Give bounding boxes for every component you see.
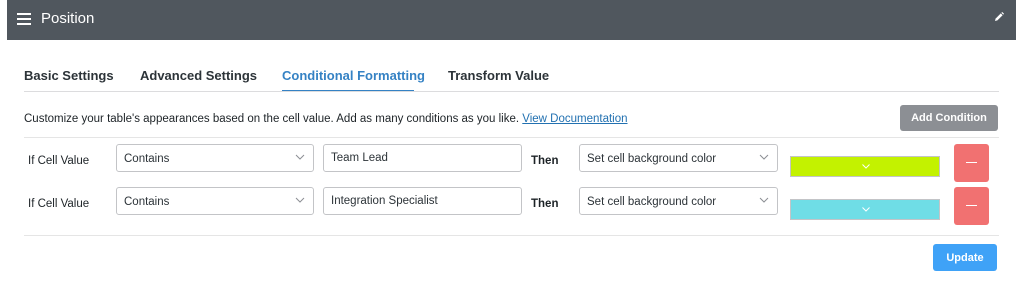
chevron-down-icon [862, 164, 870, 169]
action-select[interactable]: Set cell background color [579, 187, 778, 215]
chevron-down-icon [295, 154, 305, 160]
action-value: Set cell background color [587, 196, 717, 208]
operator-value: Contains [124, 196, 170, 208]
condition-value-input[interactable] [323, 187, 522, 215]
panel-header: Position [7, 0, 1016, 40]
panel-title: Position [41, 10, 95, 27]
conditional-formatting-description: Customize your table's appearances based… [24, 112, 628, 126]
settings-tabs: Basic Settings Advanced Settings Conditi… [7, 55, 1016, 93]
if-cell-value-label: If Cell Value [28, 155, 90, 167]
add-condition-button[interactable]: Add Condition [900, 105, 998, 131]
minus-icon [966, 162, 977, 163]
action-select[interactable]: Set cell background color [579, 144, 778, 172]
operator-select[interactable]: Contains [116, 187, 314, 215]
condition-row: If Cell Value Contains Then Set cell bac… [7, 184, 1016, 228]
delete-condition-button[interactable] [954, 187, 989, 225]
then-label: Then [531, 155, 559, 167]
action-value: Set cell background color [587, 153, 717, 165]
tab-advanced-settings[interactable]: Advanced Settings [140, 68, 257, 84]
chevron-down-icon [295, 197, 305, 203]
if-cell-value-label: If Cell Value [28, 198, 90, 210]
tab-transform-value[interactable]: Transform Value [448, 68, 549, 84]
chevron-down-icon [759, 197, 769, 203]
condition-row: If Cell Value Contains Then Set cell bac… [7, 141, 1016, 185]
delete-condition-button[interactable] [954, 144, 989, 182]
conditions-bottom-divider [24, 235, 999, 236]
update-button[interactable]: Update [933, 244, 997, 271]
chevron-down-icon [759, 154, 769, 160]
minus-icon [966, 205, 977, 206]
tab-conditional-formatting[interactable]: Conditional Formatting [282, 68, 425, 84]
conditions-top-divider [24, 137, 999, 138]
condition-value-input[interactable] [323, 144, 522, 172]
operator-value: Contains [124, 153, 170, 165]
description-text: Customize your table's appearances based… [24, 113, 523, 125]
then-label: Then [531, 198, 559, 210]
menu-icon[interactable] [17, 13, 31, 25]
color-picker[interactable] [790, 156, 940, 177]
page-background: Position Basic Settings Advanced Setting… [0, 0, 1024, 284]
pencil-icon[interactable] [993, 11, 1005, 23]
tabs-divider [24, 91, 999, 92]
view-documentation-link[interactable]: View Documentation [522, 113, 627, 125]
operator-select[interactable]: Contains [116, 144, 314, 172]
color-picker[interactable] [790, 199, 940, 220]
column-settings-panel: Position Basic Settings Advanced Setting… [7, 0, 1016, 284]
tab-basic-settings[interactable]: Basic Settings [24, 68, 114, 84]
chevron-down-icon [862, 207, 870, 212]
